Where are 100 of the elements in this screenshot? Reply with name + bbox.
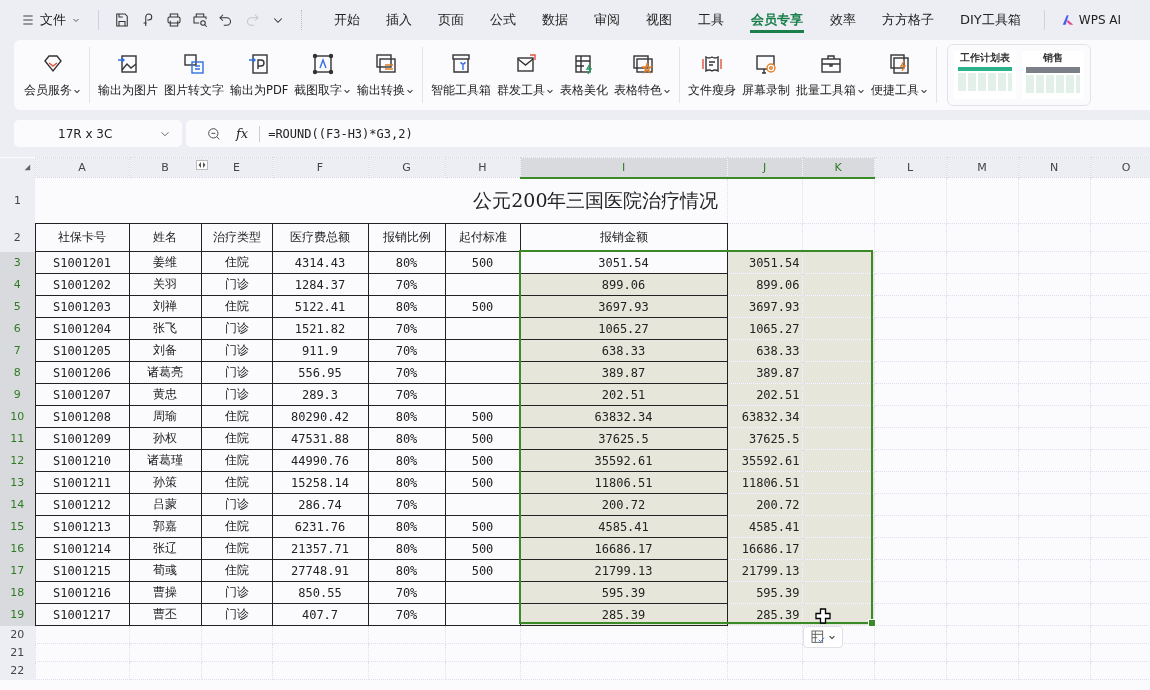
column-header[interactable]: I — [520, 157, 727, 178]
ribbon-button[interactable]: 输出为PDF — [228, 48, 291, 102]
menu-tab[interactable]: 页面 — [425, 0, 477, 40]
row-header[interactable]: 13 — [0, 471, 35, 494]
row-header[interactable]: 4 — [0, 273, 35, 296]
menu-tab[interactable]: 效率 — [817, 0, 869, 40]
table-cell: S1001201 — [35, 251, 129, 274]
table-cell: 1284.37 — [272, 273, 368, 296]
print-icon[interactable] — [165, 11, 183, 29]
ribbon-button[interactable]: 输出为图片 — [96, 48, 160, 102]
table-cell: 住院 — [201, 537, 272, 560]
table-cell: S1001213 — [35, 515, 129, 538]
table-cell: 80% — [368, 537, 445, 560]
menu-tab[interactable]: 方方格子 — [869, 0, 947, 40]
ribbon-button[interactable]: 批量工具箱 — [794, 48, 868, 102]
row-header[interactable]: 2 — [0, 223, 35, 252]
row-header[interactable]: 18 — [0, 581, 35, 604]
row-header[interactable]: 19 — [0, 603, 35, 626]
image-document-icon — [182, 52, 206, 76]
table-cell: 80% — [368, 471, 445, 494]
ribbon-button[interactable]: 输出转换 — [355, 48, 417, 102]
row-header[interactable]: 15 — [0, 515, 35, 538]
table-cell: 刘禅 — [129, 295, 201, 318]
table-cell: 孙权 — [129, 427, 201, 450]
column-header[interactable]: E — [201, 157, 272, 178]
zoom-out-icon[interactable] — [206, 125, 222, 142]
menu-icon — [20, 12, 36, 28]
column-header[interactable]: A — [35, 157, 129, 178]
function-label[interactable]: fx — [236, 126, 249, 141]
ribbon-button[interactable]: 智能工具箱 — [429, 48, 494, 102]
column-header[interactable]: G — [368, 157, 445, 178]
table-cell: 黄忠 — [129, 383, 201, 406]
table-cell: 899.06 — [520, 273, 727, 296]
column-header[interactable]: B — [129, 157, 201, 178]
menu-tab[interactable]: 插入 — [373, 0, 425, 40]
column-header[interactable]: N — [1018, 157, 1090, 178]
table-cell: 21799.13 — [727, 559, 802, 582]
column-header[interactable]: L — [874, 157, 946, 178]
table-cell: 80% — [368, 427, 445, 450]
file-menu[interactable]: 文件 — [14, 11, 88, 29]
ribbon-button[interactable]: 表格美化 — [558, 48, 611, 102]
column-header[interactable]: K — [802, 157, 874, 178]
row-header[interactable]: 16 — [0, 537, 35, 560]
table-cell: 389.87 — [520, 361, 727, 384]
table-cell: 门诊 — [201, 581, 272, 604]
row-header[interactable]: 14 — [0, 493, 35, 516]
row-header[interactable]: 9 — [0, 383, 35, 406]
ai-button[interactable]: WPS AI — [1054, 13, 1128, 27]
menu-tab[interactable]: 开始 — [321, 0, 373, 40]
column-header[interactable]: O — [1090, 157, 1150, 178]
row-header[interactable]: 11 — [0, 427, 35, 450]
select-all-icon[interactable] — [22, 162, 31, 171]
row-header[interactable]: 1 — [0, 177, 35, 224]
table-cell: 63832.34 — [520, 405, 727, 428]
row-header[interactable]: 5 — [0, 295, 35, 318]
template-thumbnail[interactable]: 销售 — [1022, 51, 1085, 99]
save-icon[interactable] — [113, 11, 131, 29]
ribbon-button[interactable]: 图片转文字 — [162, 48, 226, 102]
row-header[interactable]: 8 — [0, 361, 35, 384]
ribbon-button[interactable]: 文件瘦身 — [686, 48, 739, 102]
table-cell: 47531.88 — [272, 427, 368, 450]
menu-tab[interactable]: 数据 — [529, 0, 581, 40]
menu-tab[interactable]: 公式 — [477, 0, 529, 40]
table-cell: S1001202 — [35, 273, 129, 296]
paste-options-button[interactable] — [803, 626, 843, 648]
table-cell: 张飞 — [129, 317, 201, 340]
menu-tab[interactable]: DIY工具箱 — [947, 0, 1034, 40]
row-header[interactable]: 17 — [0, 559, 35, 582]
column-header[interactable]: H — [445, 157, 520, 178]
table-cell: 门诊 — [201, 317, 272, 340]
column-header[interactable]: J — [727, 157, 802, 178]
hidden-columns-icon[interactable] — [196, 160, 208, 170]
table-cell: S1001212 — [35, 493, 129, 516]
menu-tab[interactable]: 审阅 — [581, 0, 633, 40]
column-header[interactable]: M — [946, 157, 1018, 178]
print-preview-icon[interactable] — [191, 11, 209, 29]
table-cell: 16686.17 — [520, 537, 727, 560]
row-header[interactable]: 6 — [0, 317, 35, 340]
row-header[interactable]: 3 — [0, 251, 35, 274]
table-cell: 住院 — [201, 405, 272, 428]
column-header[interactable]: F — [272, 157, 368, 178]
ribbon-button[interactable]: 会员服务 — [22, 48, 83, 102]
ribbon-button[interactable]: 截图取字 — [292, 48, 354, 102]
ribbon-button[interactable]: 便捷工具 — [869, 48, 931, 102]
menu-tab[interactable]: 工具 — [685, 0, 737, 40]
windows-icon — [373, 52, 398, 76]
formula-field[interactable]: fx =ROUND((F3-H3)*G3,2) — [186, 120, 1150, 147]
windows-star-icon — [630, 52, 655, 76]
menu-tab[interactable]: 会员专享 — [750, 7, 804, 33]
ribbon-button[interactable]: 群发工具 — [495, 48, 557, 102]
row-header[interactable]: 12 — [0, 449, 35, 472]
row-header[interactable]: 7 — [0, 339, 35, 362]
ribbon-button[interactable]: 屏幕录制 — [740, 48, 793, 102]
name-box[interactable]: 17R x 3C — [14, 120, 182, 147]
row-header[interactable]: 10 — [0, 405, 35, 428]
fill-handle[interactable] — [868, 619, 876, 627]
table-cell: 住院 — [201, 251, 272, 274]
template-thumbnail[interactable]: 工作计划表 — [954, 51, 1017, 99]
ribbon-button[interactable]: 表格特色 — [612, 48, 674, 102]
menu-tab[interactable]: 视图 — [633, 0, 685, 40]
